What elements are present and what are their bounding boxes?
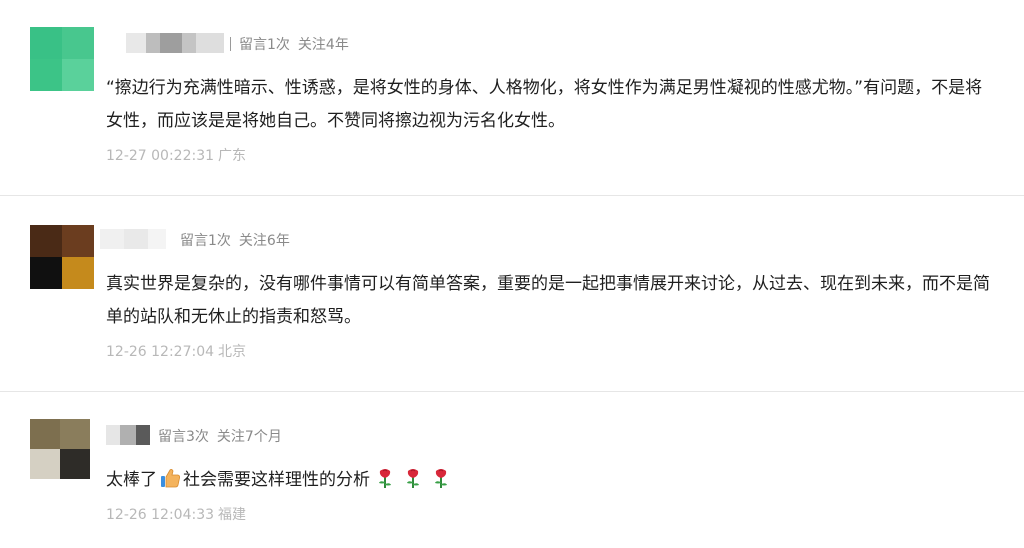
- comment-time: 12-27 00:22:31: [106, 148, 215, 164]
- comment-text: “擦边行为充满性暗示、性诱惑，是将女性的身体、人格物化，将女性作为满足男性凝视的…: [106, 78, 983, 131]
- comment-meta: 留言1次 关注6年: [180, 230, 290, 250]
- rose-icon: [432, 467, 450, 501]
- follow-duration: 关注4年: [297, 37, 349, 53]
- rose-icon: [404, 467, 422, 501]
- comment-location: 广东: [218, 148, 247, 164]
- comment-text: 真实世界是复杂的，没有哪件事情可以有简单答案，重要的是一起把事情展开来讨论，从过…: [106, 274, 990, 327]
- comment-count: 留言3次: [158, 429, 209, 445]
- comment-timestamp: 12-26 12:04:33 福建: [106, 504, 246, 524]
- comment-text-end: 社会需要这样理性的分析: [183, 470, 370, 490]
- comment-item: 留言3次 关注7个月 太棒了 社会需要这样理性的分析 12-26 12:04:3…: [0, 392, 1024, 548]
- thumbs-up-icon: [159, 467, 181, 501]
- comment-timestamp: 12-26 12:27:04 北京: [106, 341, 246, 361]
- rose-icon: [376, 467, 394, 501]
- comment-text: 太棒了 社会需要这样理性的分析: [106, 464, 986, 501]
- comment-count: 留言1次: [180, 233, 231, 249]
- comment-location: 北京: [218, 344, 247, 360]
- comment-timestamp: 12-27 00:22:31 广东: [106, 145, 246, 165]
- comment-item: 留言1次 关注4年 “擦边行为充满性暗示、性诱惑，是将女性的身体、人格物化，将女性…: [0, 0, 1024, 195]
- avatar[interactable]: [30, 27, 94, 91]
- comment-meta: 留言3次 关注7个月: [158, 426, 282, 446]
- username-blurred[interactable]: [126, 33, 224, 53]
- follow-duration: 关注6年: [238, 233, 290, 249]
- comment-location: 福建: [218, 507, 247, 523]
- username-blurred[interactable]: [106, 425, 150, 445]
- comment-time: 12-26 12:04:33: [106, 507, 215, 523]
- avatar[interactable]: [30, 225, 94, 289]
- comment-meta: 留言1次 关注4年: [230, 34, 349, 54]
- comment-text-start: 太棒了: [106, 470, 157, 490]
- comment-item: 留言1次 关注6年 真实世界是复杂的，没有哪件事情可以有简单答案，重要的是一起把事…: [0, 196, 1024, 391]
- username-blurred[interactable]: [100, 229, 166, 249]
- comment-time: 12-26 12:27:04: [106, 344, 215, 360]
- avatar[interactable]: [30, 419, 90, 479]
- comment-count: 留言1次: [239, 37, 290, 53]
- follow-duration: 关注7个月: [216, 429, 282, 445]
